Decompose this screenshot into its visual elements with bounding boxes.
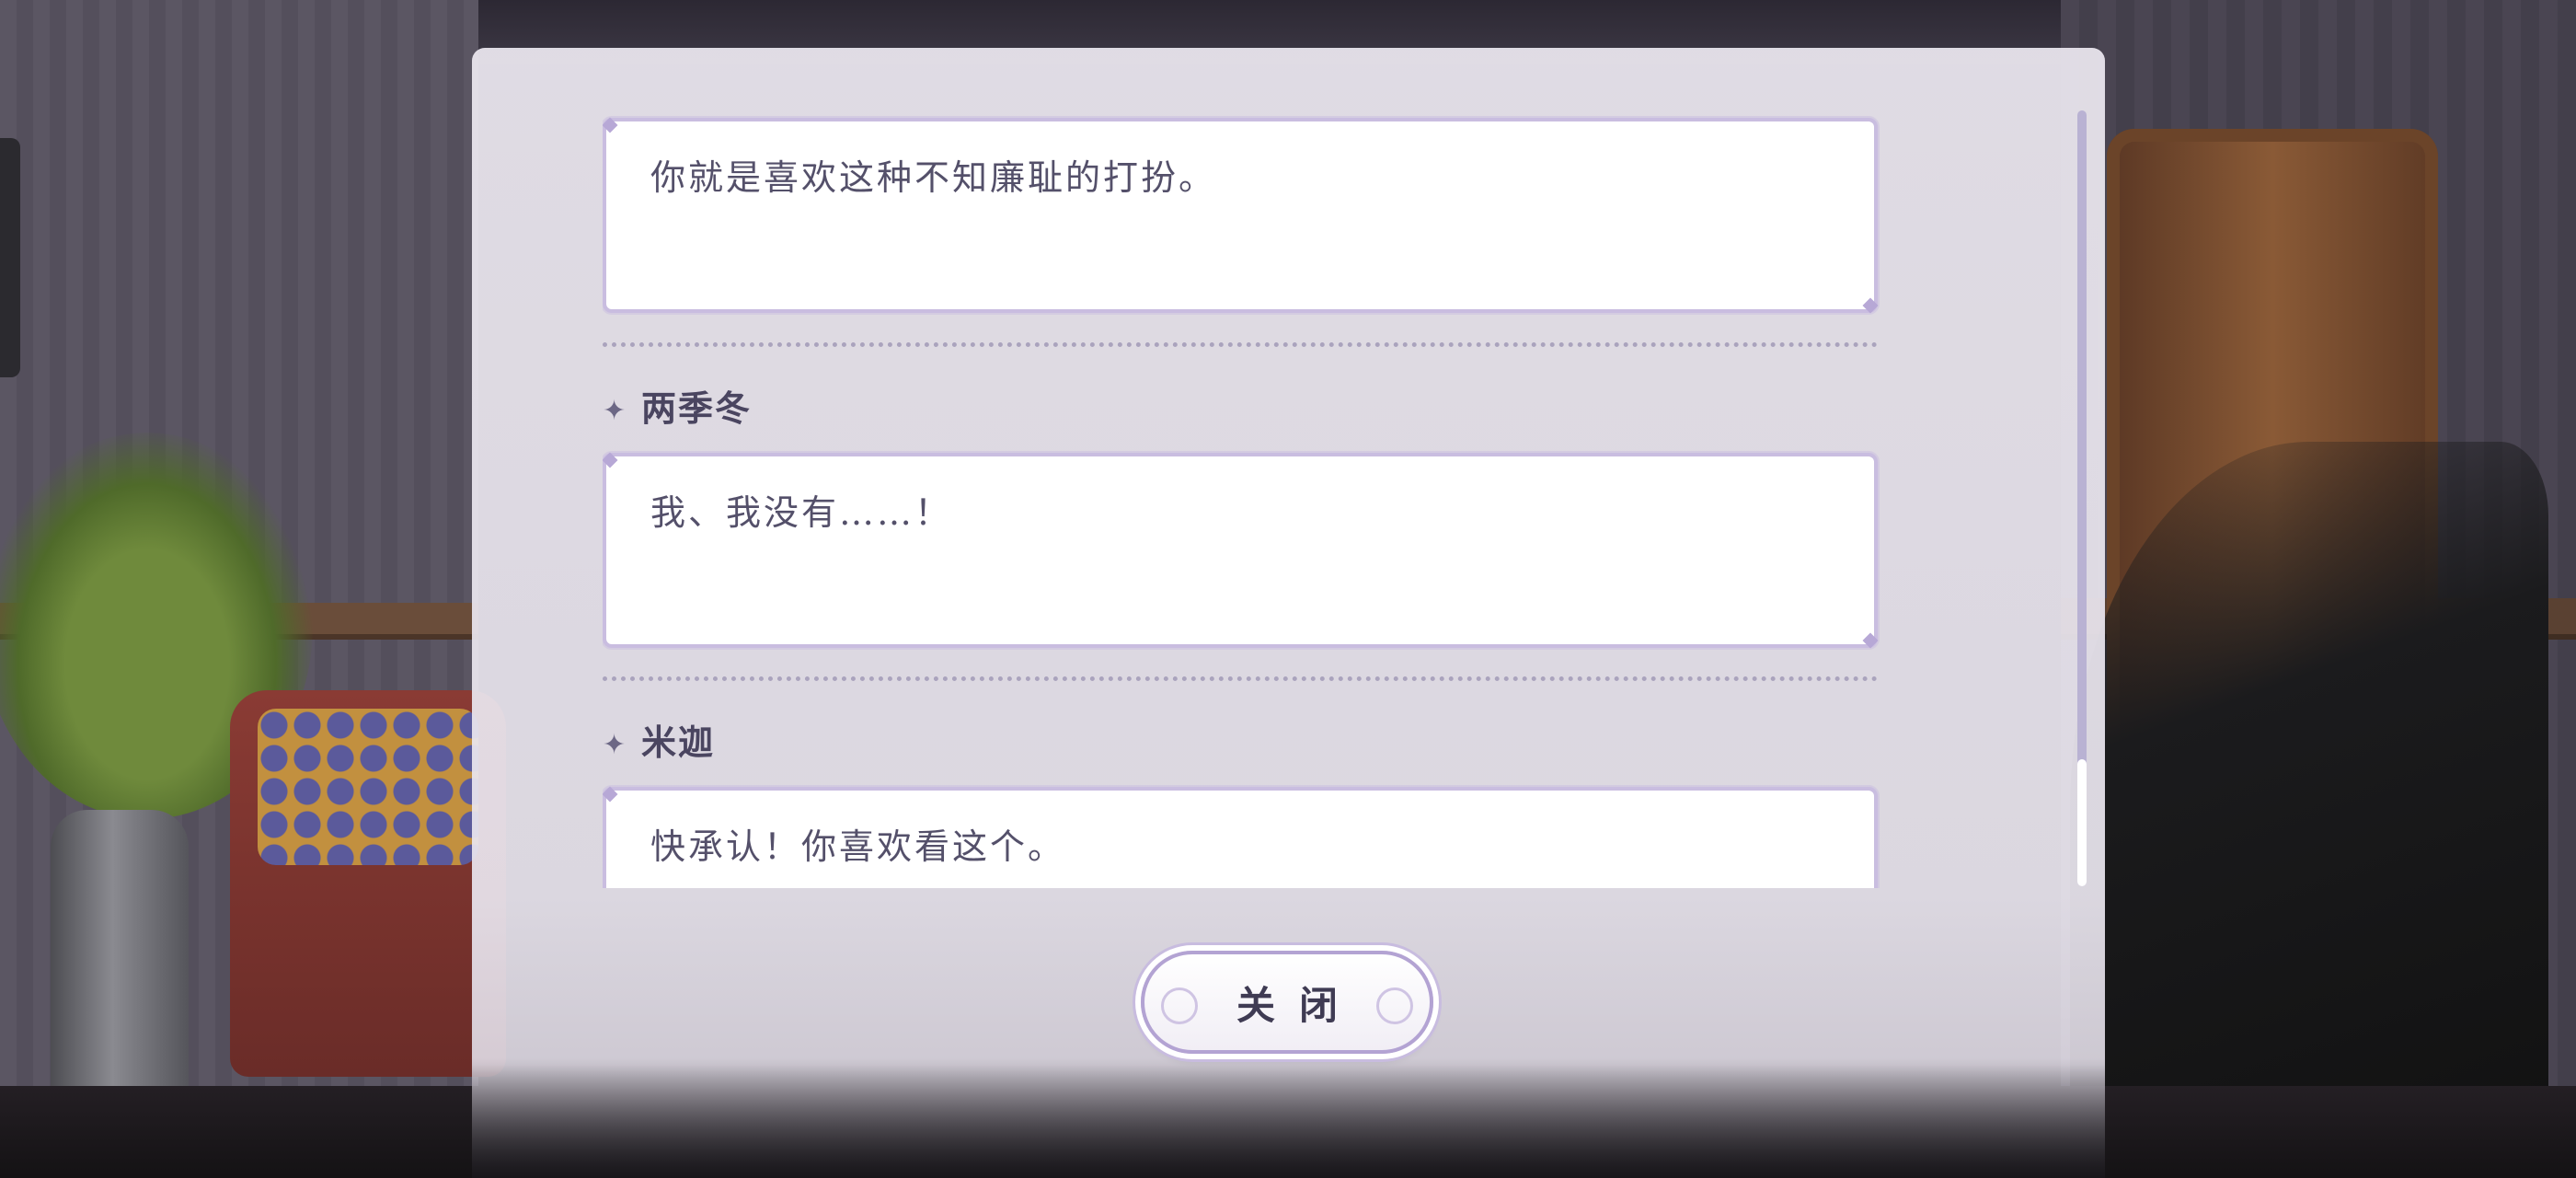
button-ornament-right <box>1376 987 1413 1024</box>
entry-divider <box>603 676 1878 681</box>
character-silhouette <box>2070 442 2548 1178</box>
game-scene: 你就是喜欢这种不知廉耻的打扮。 ✦ 两季冬 我、我没有……！ ✦ 米迦 快承认！… <box>0 0 2576 1178</box>
dialogue-entry-box: 我、我没有……！ <box>603 453 1878 648</box>
scrollbar-thumb[interactable] <box>2077 759 2087 886</box>
dialogue-log-list[interactable]: 你就是喜欢这种不知廉耻的打扮。 ✦ 两季冬 我、我没有……！ ✦ 米迦 快承认！… <box>603 110 1881 888</box>
dialogue-line: 快承认！你喜欢看这个。 <box>650 826 1066 867</box>
button-ornament-left <box>1161 987 1198 1024</box>
dialogue-entry-box: 快承认！你喜欢看这个。 <box>603 787 1878 888</box>
entry-divider <box>603 342 1878 347</box>
side-tab <box>0 138 20 377</box>
four-point-star-icon: ✦ <box>603 729 627 761</box>
panel-bottom-fade <box>472 1058 2105 1178</box>
speaker-row: ✦ 两季冬 <box>603 377 752 433</box>
armchair-pattern <box>258 709 478 865</box>
close-button[interactable]: 关闭 <box>1141 951 1433 1054</box>
close-button-label: 关闭 <box>1236 982 1362 1028</box>
dialogue-line: 我、我没有……！ <box>650 492 953 533</box>
speaker-row: ✦ 米迦 <box>603 711 715 767</box>
four-point-star-icon: ✦ <box>603 395 627 427</box>
speaker-name: 两季冬 <box>641 387 753 429</box>
speaker-name: 米迦 <box>641 721 716 763</box>
dialogue-line: 你就是喜欢这种不知廉耻的打扮。 <box>650 157 1217 198</box>
dialogue-entry-box: 你就是喜欢这种不知廉耻的打扮。 <box>603 118 1878 313</box>
